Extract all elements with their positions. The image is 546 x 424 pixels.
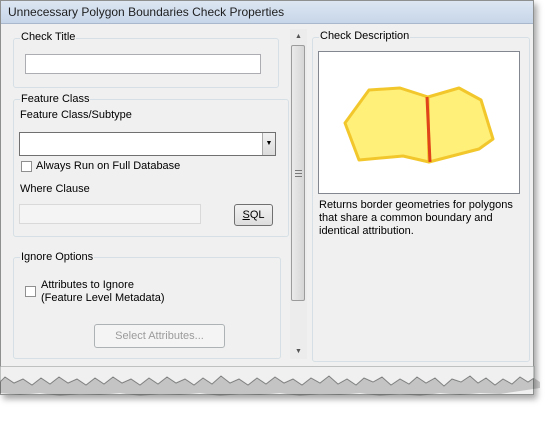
check-description-label: Check Description [319, 30, 411, 42]
dialog-window: Unnecessary Polygon Boundaries Check Pro… [0, 0, 534, 395]
check-title-input[interactable] [25, 54, 261, 74]
scroll-up-icon[interactable]: ▲ [290, 29, 307, 44]
window-title: Unnecessary Polygon Boundaries Check Pro… [8, 5, 285, 19]
vertical-scrollbar[interactable]: ▲ ▼ [290, 29, 307, 359]
attributes-to-ignore-label[interactable]: Attributes to Ignore [41, 279, 134, 291]
chevron-down-icon[interactable]: ▼ [262, 133, 275, 155]
left-polygon [343, 86, 431, 164]
grip-line [295, 170, 302, 171]
title-bar[interactable]: Unnecessary Polygon Boundaries Check Pro… [1, 1, 533, 24]
attributes-to-ignore-checkbox[interactable] [25, 286, 36, 297]
polygon-boundary-illustration [343, 86, 495, 164]
scroll-thumb[interactable] [291, 45, 305, 301]
right-polygon [426, 86, 495, 164]
scroll-down-icon[interactable]: ▼ [290, 344, 307, 359]
feature-class-group-label: Feature Class [20, 93, 91, 105]
grip-line [295, 176, 302, 177]
check-description-image [318, 51, 520, 194]
where-clause-input[interactable] [19, 204, 201, 224]
check-description-text: Returns border geometries for polygons t… [319, 199, 513, 237]
ignore-options-label: Ignore Options [20, 251, 95, 263]
grip-line [295, 173, 302, 174]
always-run-checkbox[interactable] [21, 161, 32, 172]
torn-edge-decoration [0, 366, 540, 396]
feature-level-metadata-label: (Feature Level Metadata) [41, 292, 165, 304]
feature-class-subtype-label: Feature Class/Subtype [20, 109, 132, 121]
check-title-label: Check Title [20, 31, 77, 43]
always-run-label[interactable]: Always Run on Full Database [36, 160, 180, 172]
select-attributes-button[interactable]: Select Attributes... [94, 324, 225, 348]
sql-button[interactable]: SQL [234, 204, 273, 226]
where-clause-label: Where Clause [20, 183, 90, 195]
feature-class-dropdown[interactable]: ▼ [19, 132, 276, 156]
